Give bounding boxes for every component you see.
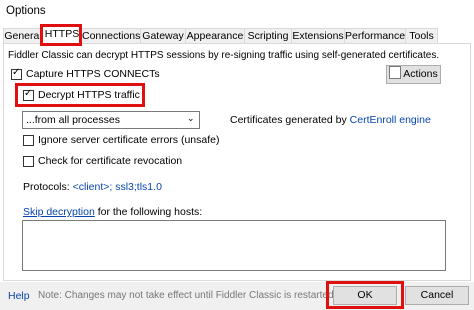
- cancel-button[interactable]: Cancel: [405, 286, 469, 305]
- protocols-label: Protocols:: [23, 181, 73, 193]
- tab-scripting[interactable]: Scripting: [244, 28, 292, 44]
- cert-generated-prefix: Certificates generated by: [230, 114, 350, 126]
- tab-gateway[interactable]: Gateway: [140, 28, 186, 44]
- help-link[interactable]: Help: [8, 290, 30, 302]
- check-revocation-label: Check for certificate revocation: [38, 155, 183, 167]
- protocols-row: Protocols: <client>; ssl3;tls1.0: [23, 181, 162, 193]
- window-title: Options: [6, 5, 46, 17]
- ignore-cert-errors-label: Ignore server certificate errors (unsafe…: [38, 134, 220, 146]
- tab-performance[interactable]: Performance: [344, 28, 406, 44]
- process-filter-select[interactable]: ...from all processes ⌄: [22, 111, 200, 129]
- cert-generated-text: Certificates generated by CertEnroll eng…: [230, 114, 431, 126]
- skip-decryption-row: Skip decryption for the following hosts:: [23, 206, 202, 218]
- restart-note: Note: Changes may not take effect until …: [38, 290, 337, 301]
- chevron-down-icon: ⌄: [187, 113, 195, 123]
- certificate-icon: [389, 66, 402, 79]
- capture-https-checkbox[interactable]: [11, 67, 22, 80]
- https-description: Fiddler Classic can decrypt HTTPS sessio…: [8, 50, 440, 61]
- title-bar: [0, 0, 474, 24]
- tab-tools[interactable]: Tools: [405, 28, 438, 44]
- process-filter-value: ...from all processes: [26, 114, 120, 126]
- tab-extensions[interactable]: Extensions: [291, 28, 345, 44]
- tab-general[interactable]: General: [3, 28, 43, 44]
- protocols-link[interactable]: <client>; ssl3;tls1.0: [73, 181, 162, 193]
- ignore-cert-errors-checkbox[interactable]: [23, 135, 34, 146]
- certenroll-link[interactable]: CertEnroll engine: [350, 114, 431, 126]
- tab-connections[interactable]: Connections: [81, 28, 141, 44]
- ok-button[interactable]: OK: [333, 286, 397, 305]
- tab-https[interactable]: HTTPS: [42, 26, 82, 45]
- skip-decryption-text: for the following hosts:: [94, 206, 203, 218]
- skip-hosts-textarea[interactable]: [22, 220, 446, 271]
- decrypt-https-label: Decrypt HTTPS traffic: [38, 89, 140, 101]
- check-revocation-checkbox[interactable]: [23, 156, 34, 167]
- actions-button-label: Actions: [403, 68, 438, 80]
- tab-appearance[interactable]: Appearance: [185, 28, 245, 44]
- decrypt-https-checkbox[interactable]: [23, 88, 34, 101]
- actions-button[interactable]: Actions: [386, 65, 441, 84]
- capture-https-label: Capture HTTPS CONNECTs: [26, 68, 160, 80]
- skip-decryption-link[interactable]: Skip decryption: [23, 206, 95, 218]
